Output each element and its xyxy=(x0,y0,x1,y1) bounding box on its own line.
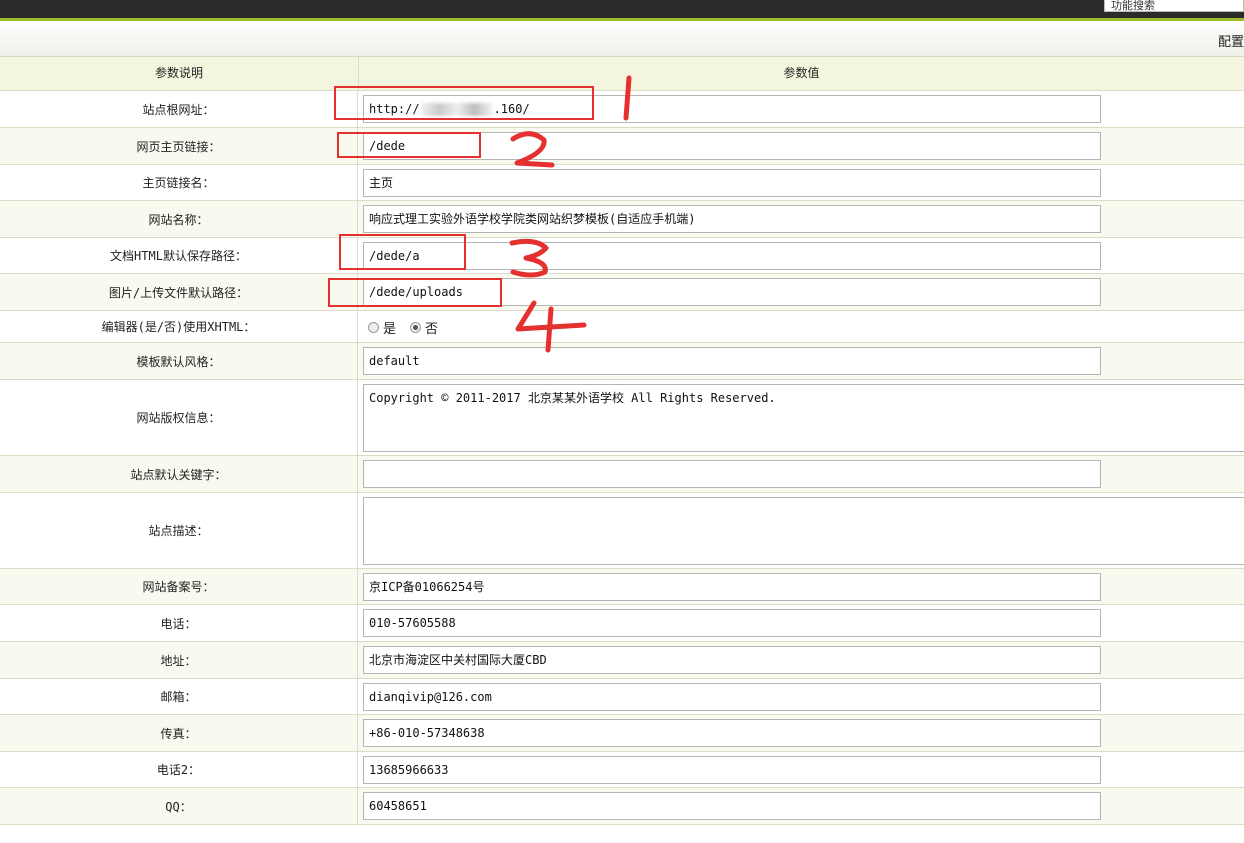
annotation-number-1 xyxy=(623,75,632,121)
annotation-number-2 xyxy=(510,131,555,168)
annotation-number-3 xyxy=(509,238,549,278)
annotation-number-4 xyxy=(515,300,587,353)
handwritten-annotations xyxy=(509,75,632,353)
